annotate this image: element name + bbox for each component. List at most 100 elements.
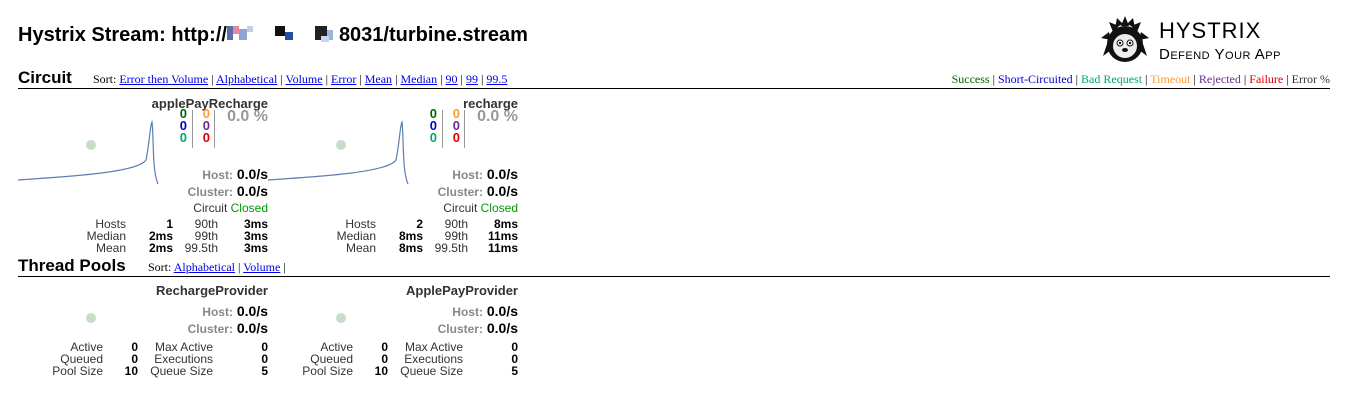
counts-left: 0 0 0 xyxy=(173,107,187,145)
page-title: Hystrix Stream: http:// 8031/turbine.stre… xyxy=(18,24,528,47)
pool-size-value: 10 xyxy=(124,364,138,378)
thread-pool-stats: Active 0 Max Active 0 Queued 0 Execution… xyxy=(18,341,268,377)
logo-subtitle: Defend Your App xyxy=(1159,46,1281,63)
thread-pool-card: RechargeProvider Host: 0.0/s Cluster: 0.… xyxy=(18,283,268,383)
sort-90[interactable]: 90 xyxy=(446,72,458,86)
mean-label: Mean xyxy=(95,241,126,255)
sort-99-5[interactable]: 99.5 xyxy=(486,72,507,86)
sort-label: Sort: xyxy=(93,72,117,86)
sort-volume[interactable]: Volume xyxy=(285,72,322,86)
failure-count: 0 xyxy=(202,130,210,145)
mean-value: 2ms xyxy=(148,241,173,255)
sort-median[interactable]: Median xyxy=(400,72,437,86)
counts-right: 0 0 0 xyxy=(196,107,210,145)
title-prefix: Hystrix Stream: http:// xyxy=(18,24,227,46)
thread-pool-stats: Active 0 Max Active 0 Queued 0 Execution… xyxy=(268,341,518,377)
queue-size-value: 5 xyxy=(261,364,268,378)
hystrix-logo: HYSTRIX Defend Your App xyxy=(1097,12,1337,72)
counts-right: 0 0 0 xyxy=(446,107,460,145)
counts-divider xyxy=(192,110,193,148)
redacted-host xyxy=(226,24,339,42)
circuit-sort-bar: Sort: Error then Volume | Alphabetical |… xyxy=(93,72,508,86)
health-dot xyxy=(86,313,96,323)
sort-volume[interactable]: Volume xyxy=(243,260,280,274)
queue-size-label: Queue Size xyxy=(400,364,463,378)
cluster-rate-line: Cluster: 0.0/s xyxy=(188,320,268,336)
circuit-sparkline xyxy=(268,120,409,185)
bad-request-count: 0 xyxy=(429,130,437,145)
cluster-rate-line: Cluster: 0.0/s xyxy=(438,183,518,199)
legend-short-circuited: Short-Circuited xyxy=(997,72,1073,86)
circuit-card: recharge 0 0 0 0 0 0 0.0 % Host: 0.0/s C… xyxy=(268,96,518,256)
error-percentage: 0.0 % xyxy=(227,108,268,125)
p995-value: 3ms xyxy=(243,241,268,255)
host-rate: 0.0/s xyxy=(236,166,268,182)
sort-alphabetical[interactable]: Alphabetical xyxy=(174,260,235,274)
host-rate-line: Host: 0.0/s xyxy=(452,303,518,319)
pool-size-label: Pool Size xyxy=(302,364,353,378)
sort-error-then-volume[interactable]: Error then Volume xyxy=(119,72,208,86)
host-rate: 0.0/s xyxy=(236,303,268,319)
latency-stats: Hosts 1 90th 3ms Median 2ms 99th 3ms Mea… xyxy=(18,218,268,254)
circuit-label: Circuit xyxy=(443,201,478,215)
p995-label: 99.5th xyxy=(434,241,468,255)
sort-99[interactable]: 99 xyxy=(466,72,478,86)
host-rate-line: Host: 0.0/s xyxy=(202,166,268,182)
health-dot xyxy=(336,313,346,323)
thread-pool-card: ApplePayProvider Host: 0.0/s Cluster: 0.… xyxy=(268,283,518,383)
thread-pool-name: RechargeProvider xyxy=(156,283,268,298)
sort-error[interactable]: Error xyxy=(331,72,356,86)
bad-request-count: 0 xyxy=(179,130,187,145)
counts-divider xyxy=(214,110,215,148)
cluster-rate: 0.0/s xyxy=(236,320,268,336)
sort-mean[interactable]: Mean xyxy=(365,72,392,86)
counts-divider xyxy=(464,110,465,148)
legend-error-pct: Error % xyxy=(1291,72,1330,86)
legend-timeout: Timeout xyxy=(1150,72,1191,86)
queue-size-label: Queue Size xyxy=(150,364,213,378)
pool-size-label: Pool Size xyxy=(52,364,103,378)
sort-label: Sort: xyxy=(148,260,172,274)
cluster-label: Cluster: xyxy=(187,185,233,199)
thread-pools-section-header: Thread Pools Sort: Alphabetical | Volume… xyxy=(18,256,1330,277)
health-dot xyxy=(336,140,346,150)
cluster-rate: 0.0/s xyxy=(236,183,268,199)
status-legend: Success | Short-Circuited | Bad Request … xyxy=(951,72,1330,86)
host-label: Host: xyxy=(452,305,483,319)
legend-bad-request: Bad Request xyxy=(1081,72,1143,86)
health-dot xyxy=(86,140,96,150)
pool-size-value: 10 xyxy=(374,364,388,378)
circuit-section-header: Circuit Sort: Error then Volume | Alphab… xyxy=(18,68,1330,89)
host-rate-line: Host: 0.0/s xyxy=(202,303,268,319)
thread-pool-name: ApplePayProvider xyxy=(406,283,518,298)
circuit-status-line: Circuit Closed xyxy=(443,201,518,215)
thread-pools-section-title: Thread Pools xyxy=(18,256,126,275)
host-rate-line: Host: 0.0/s xyxy=(452,166,518,182)
mean-label: Mean xyxy=(345,241,376,255)
p995-value: 11ms xyxy=(487,241,518,255)
host-rate: 0.0/s xyxy=(486,303,518,319)
logo-title: HYSTRIX xyxy=(1159,18,1262,43)
cluster-rate-line: Cluster: 0.0/s xyxy=(188,183,268,199)
title-suffix: 8031/turbine.stream xyxy=(338,24,528,46)
failure-count: 0 xyxy=(452,130,460,145)
circuit-status: Closed xyxy=(480,201,518,215)
host-label: Host: xyxy=(202,168,233,182)
cluster-rate: 0.0/s xyxy=(486,183,518,199)
host-label: Host: xyxy=(202,305,233,319)
circuit-status: Closed xyxy=(230,201,268,215)
cluster-rate-line: Cluster: 0.0/s xyxy=(438,320,518,336)
counts-divider xyxy=(442,110,443,148)
circuit-status-line: Circuit Closed xyxy=(193,201,268,215)
queue-size-value: 5 xyxy=(511,364,518,378)
legend-rejected: Rejected xyxy=(1198,72,1241,86)
sort-alphabetical[interactable]: Alphabetical xyxy=(216,72,277,86)
host-rate: 0.0/s xyxy=(486,166,518,182)
counts-left: 0 0 0 xyxy=(423,107,437,145)
p995-label: 99.5th xyxy=(184,241,218,255)
legend-success: Success xyxy=(951,72,990,86)
circuit-label: Circuit xyxy=(193,201,228,215)
thread-pools-sort-bar: Sort: Alphabetical | Volume | xyxy=(148,260,286,274)
cluster-label: Cluster: xyxy=(437,185,483,199)
legend-failure: Failure xyxy=(1249,72,1284,86)
